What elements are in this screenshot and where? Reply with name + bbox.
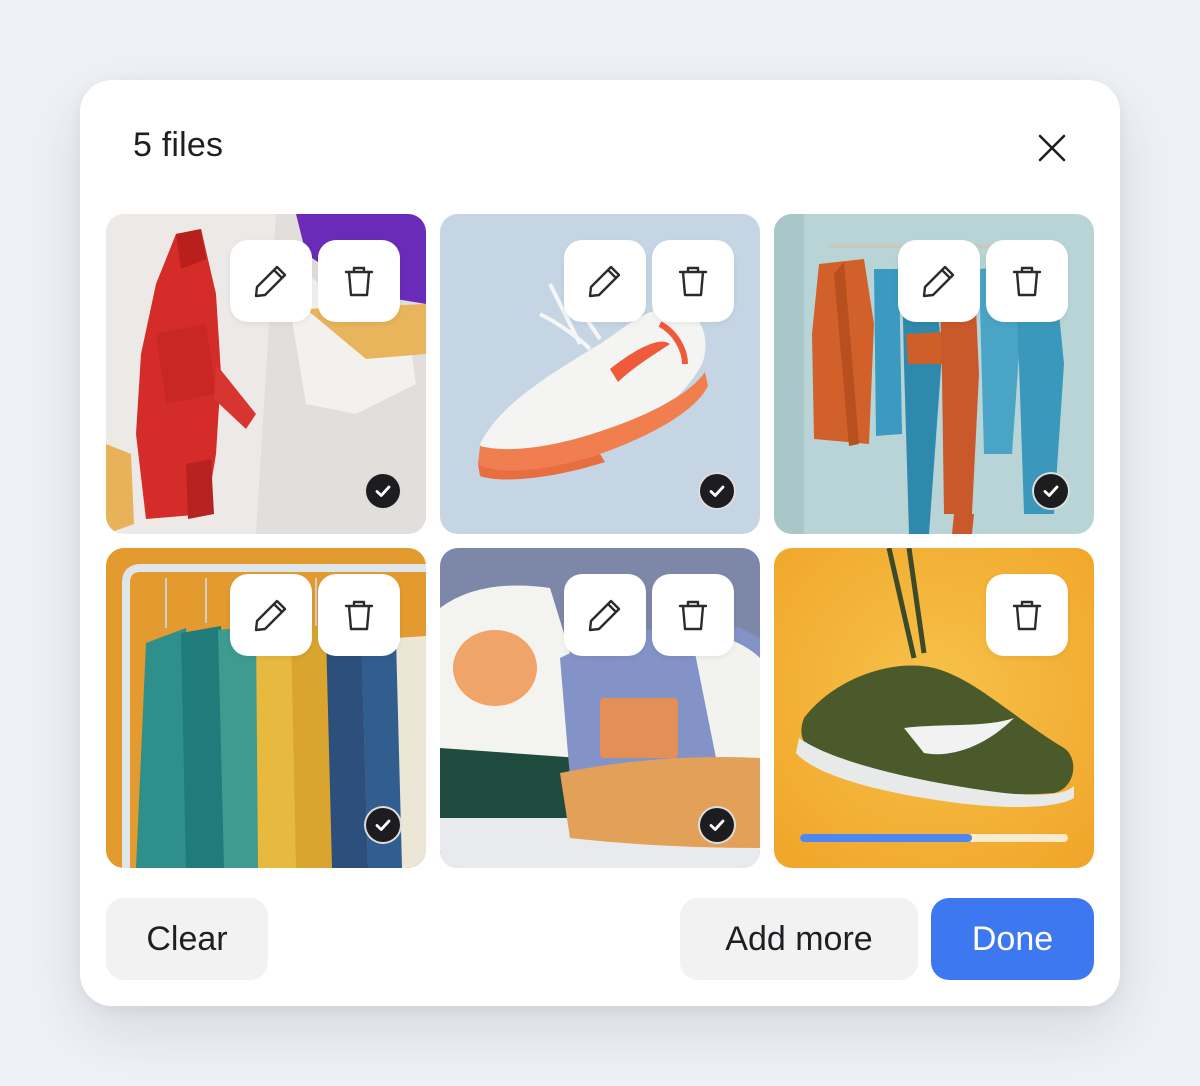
delete-button[interactable]	[986, 574, 1068, 656]
trash-icon	[1012, 266, 1042, 297]
pencil-icon	[588, 599, 621, 632]
edit-button[interactable]	[898, 240, 980, 322]
dialog-title: 5 files	[133, 126, 224, 164]
pencil-icon	[254, 599, 287, 632]
add-more-button[interactable]: Add more	[680, 898, 918, 980]
file-tile[interactable]	[440, 548, 760, 868]
uploaded-check-icon	[364, 806, 402, 844]
edit-button[interactable]	[230, 574, 312, 656]
file-tile[interactable]	[774, 214, 1094, 534]
uploaded-check-icon	[698, 806, 736, 844]
pencil-icon	[254, 265, 287, 298]
trash-icon	[344, 600, 374, 631]
pencil-icon	[588, 265, 621, 298]
file-upload-dialog: 5 files Clear Add more Done	[80, 80, 1120, 1006]
uploaded-check-icon	[698, 472, 736, 510]
close-button[interactable]	[1030, 126, 1074, 170]
delete-button[interactable]	[986, 240, 1068, 322]
file-tile[interactable]	[106, 214, 426, 534]
upload-progress-fill	[800, 834, 972, 842]
trash-icon	[1012, 600, 1042, 631]
done-button[interactable]: Done	[931, 898, 1094, 980]
pencil-icon	[922, 265, 955, 298]
file-tile[interactable]	[106, 548, 426, 868]
upload-progress-bar	[800, 834, 1068, 842]
trash-icon	[678, 600, 708, 631]
delete-button[interactable]	[318, 240, 400, 322]
delete-button[interactable]	[318, 574, 400, 656]
edit-button[interactable]	[230, 240, 312, 322]
uploaded-check-icon	[1032, 472, 1070, 510]
file-tile[interactable]	[774, 548, 1094, 868]
delete-button[interactable]	[652, 574, 734, 656]
delete-button[interactable]	[652, 240, 734, 322]
close-icon	[1038, 134, 1066, 162]
trash-icon	[678, 266, 708, 297]
edit-button[interactable]	[564, 240, 646, 322]
file-grid	[106, 214, 1094, 868]
file-tile[interactable]	[440, 214, 760, 534]
trash-icon	[344, 266, 374, 297]
clear-button[interactable]: Clear	[106, 898, 268, 980]
edit-button[interactable]	[564, 574, 646, 656]
uploaded-check-icon	[364, 472, 402, 510]
